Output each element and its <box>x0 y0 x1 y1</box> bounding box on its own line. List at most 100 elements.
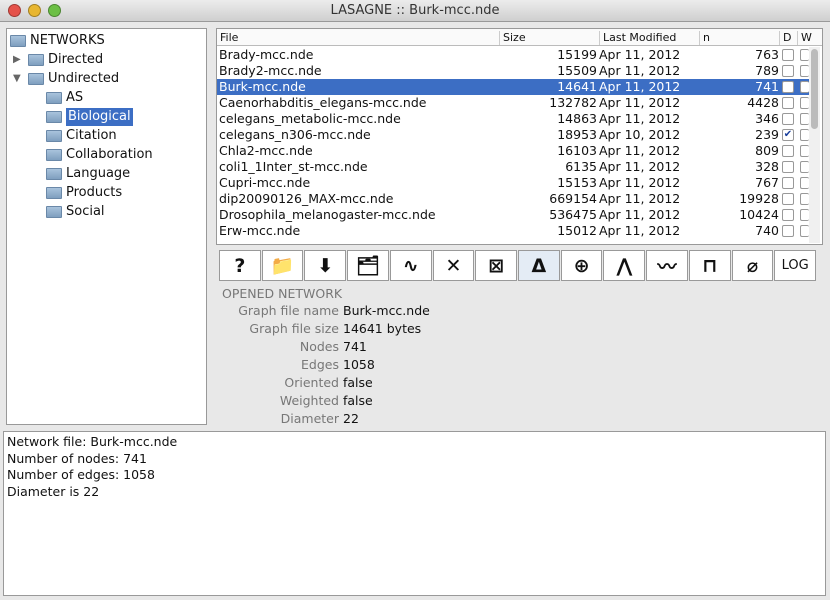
header-last-modified[interactable]: Last Modified <box>599 31 676 45</box>
table-row[interactable]: Burk-mcc.nde 14641 Apr 11, 2012 741 <box>217 79 809 95</box>
tree-item-social[interactable]: Social <box>46 203 105 221</box>
table-scrollbar[interactable] <box>809 47 820 243</box>
cell-file: Burk-mcc.nde <box>219 79 306 94</box>
tree-item-biological[interactable]: Biological <box>46 108 133 126</box>
table-row[interactable]: Drosophila_melanogaster-mcc.nde 536475 Apr… <box>217 207 809 223</box>
help-button[interactable]: ? <box>219 250 261 281</box>
cell-size: 16103 <box>557 143 597 158</box>
info-row: Diameter 22 <box>216 411 823 425</box>
info-label: Edges <box>301 357 339 372</box>
info-label: Graph file name <box>238 303 339 318</box>
log-button[interactable]: LOG <box>774 250 817 281</box>
info-value: 741 <box>343 339 367 354</box>
cell-n: 741 <box>755 79 779 94</box>
table-row[interactable]: celegans_metabolic-mcc.nde 14863 Apr 11, 2… <box>217 111 809 127</box>
cell-size: 132782 <box>549 95 597 110</box>
d-checkbox[interactable]: ✔ <box>782 129 794 141</box>
w-checkbox[interactable] <box>800 97 809 109</box>
eraser-button[interactable]: ⌀ <box>731 250 774 281</box>
delete-button[interactable]: ✕ <box>432 250 475 281</box>
collapse-arrow-icon[interactable]: ▼ <box>13 73 21 84</box>
d-checkbox[interactable] <box>782 161 794 173</box>
w-checkbox[interactable] <box>800 129 809 141</box>
components-icon: ∿ <box>402 254 419 277</box>
toolbar: ? 📁 ⬇ 🗂 ∿ ✕ ⊠ Δ ⊕ ⋀ 〰 ⊓ ⌀ LOG <box>219 250 817 281</box>
plot-button[interactable]: 〰 <box>646 250 688 281</box>
d-checkbox[interactable] <box>782 145 794 157</box>
add-folder-button[interactable]: 📁 <box>261 250 304 281</box>
components-button[interactable]: ∿ <box>389 250 432 281</box>
cell-n: 239 <box>755 127 779 142</box>
download-button[interactable]: ⬇ <box>304 250 347 281</box>
cell-date: Apr 11, 2012 <box>599 223 681 238</box>
tree-item-as[interactable]: AS <box>46 89 83 107</box>
close-button[interactable] <box>8 4 21 17</box>
rectangle-button[interactable]: ⊓ <box>688 250 731 281</box>
table-row[interactable]: celegans_n306-mcc.nde 18953 Apr 10, 2012 23… <box>217 127 809 143</box>
console-output[interactable]: Network file: Burk-mcc.nde Number of node… <box>3 431 826 596</box>
w-checkbox[interactable] <box>800 225 809 237</box>
w-checkbox[interactable] <box>800 65 809 77</box>
table-row[interactable]: dip20090126_MAX-mcc.nde 669154 Apr 11, 201… <box>217 191 809 207</box>
tree-item-undirected[interactable]: Undirected <box>28 70 119 88</box>
w-checkbox[interactable] <box>800 193 809 205</box>
tree-item-collaboration[interactable]: Collaboration <box>46 146 153 164</box>
d-checkbox[interactable] <box>782 49 794 61</box>
d-checkbox[interactable] <box>782 193 794 205</box>
d-checkbox[interactable] <box>782 97 794 109</box>
w-checkbox[interactable] <box>800 49 809 61</box>
table-row[interactable]: Brady2-mcc.nde 15509 Apr 11, 2012 789 <box>217 63 809 79</box>
help-icon: ? <box>234 254 246 277</box>
w-checkbox[interactable] <box>800 161 809 173</box>
zoom-button[interactable] <box>48 4 61 17</box>
header-size[interactable]: Size <box>499 31 526 45</box>
d-checkbox[interactable] <box>782 209 794 221</box>
d-checkbox[interactable] <box>782 65 794 77</box>
network-tree[interactable]: NETWORKS ▶ Directed ▼ Undirected AS Biolo… <box>6 28 207 425</box>
tree-item-citation[interactable]: Citation <box>46 127 117 145</box>
scrollbar-thumb[interactable] <box>811 49 818 129</box>
table-row[interactable]: Cupri-mcc.nde 15153 Apr 11, 2012 767 <box>217 175 809 191</box>
opened-network-panel: OPENED NETWORK Graph file name Burk-mcc.n… <box>216 284 823 425</box>
file-table[interactable]: File Size Last Modified n D W Brady-mcc.… <box>216 28 823 245</box>
tree-item-label: Collaboration <box>66 147 153 162</box>
graph-button[interactable]: ⊕ <box>560 250 603 281</box>
minimize-button[interactable] <box>28 4 41 17</box>
tree-item-products[interactable]: Products <box>46 184 122 202</box>
table-row[interactable]: Brady-mcc.nde 15199 Apr 11, 2012 763 <box>217 47 809 63</box>
cell-date: Apr 11, 2012 <box>599 79 681 94</box>
w-checkbox[interactable] <box>800 81 809 93</box>
table-row[interactable]: Erw-mcc.nde 15012 Apr 11, 2012 740 <box>217 223 809 239</box>
tree-button[interactable]: ⋀ <box>603 250 646 281</box>
header-d[interactable]: D <box>779 31 791 45</box>
w-checkbox[interactable] <box>800 145 809 157</box>
w-checkbox[interactable] <box>800 113 809 125</box>
cell-file: Cupri-mcc.nde <box>219 175 311 190</box>
d-checkbox[interactable] <box>782 177 794 189</box>
w-checkbox[interactable] <box>800 177 809 189</box>
remove-box-button[interactable]: ⊠ <box>475 250 518 281</box>
tree-item-language[interactable]: Language <box>46 165 130 183</box>
tree-item-label: Citation <box>66 128 117 143</box>
open-folder-button[interactable]: 🗂 <box>347 250 389 281</box>
header-w[interactable]: W <box>797 31 812 45</box>
table-row[interactable]: coli1_1Inter_st-mcc.nde 6135 Apr 11, 2012 3… <box>217 159 809 175</box>
table-row[interactable]: Caenorhabditis_elegans-mcc.nde 132782 Apr … <box>217 95 809 111</box>
header-file[interactable]: File <box>217 31 238 45</box>
tree-item-directed[interactable]: Directed <box>28 51 103 69</box>
triangle-button[interactable]: Δ <box>518 250 560 281</box>
cell-n: 19928 <box>739 191 779 206</box>
table-row[interactable]: Chla2-mcc.nde 16103 Apr 11, 2012 809 <box>217 143 809 159</box>
open-folder-icon: 🗂 <box>355 255 381 277</box>
folder-icon <box>46 168 62 180</box>
d-checkbox[interactable] <box>782 113 794 125</box>
w-checkbox[interactable] <box>800 209 809 221</box>
info-label: Nodes <box>299 339 339 354</box>
tree-root[interactable]: NETWORKS <box>10 32 105 50</box>
folder-icon <box>46 206 62 218</box>
header-n[interactable]: n <box>699 31 710 45</box>
cell-size: 669154 <box>549 191 597 206</box>
d-checkbox[interactable] <box>782 81 794 93</box>
d-checkbox[interactable] <box>782 225 794 237</box>
expand-arrow-icon[interactable]: ▶ <box>13 54 21 65</box>
